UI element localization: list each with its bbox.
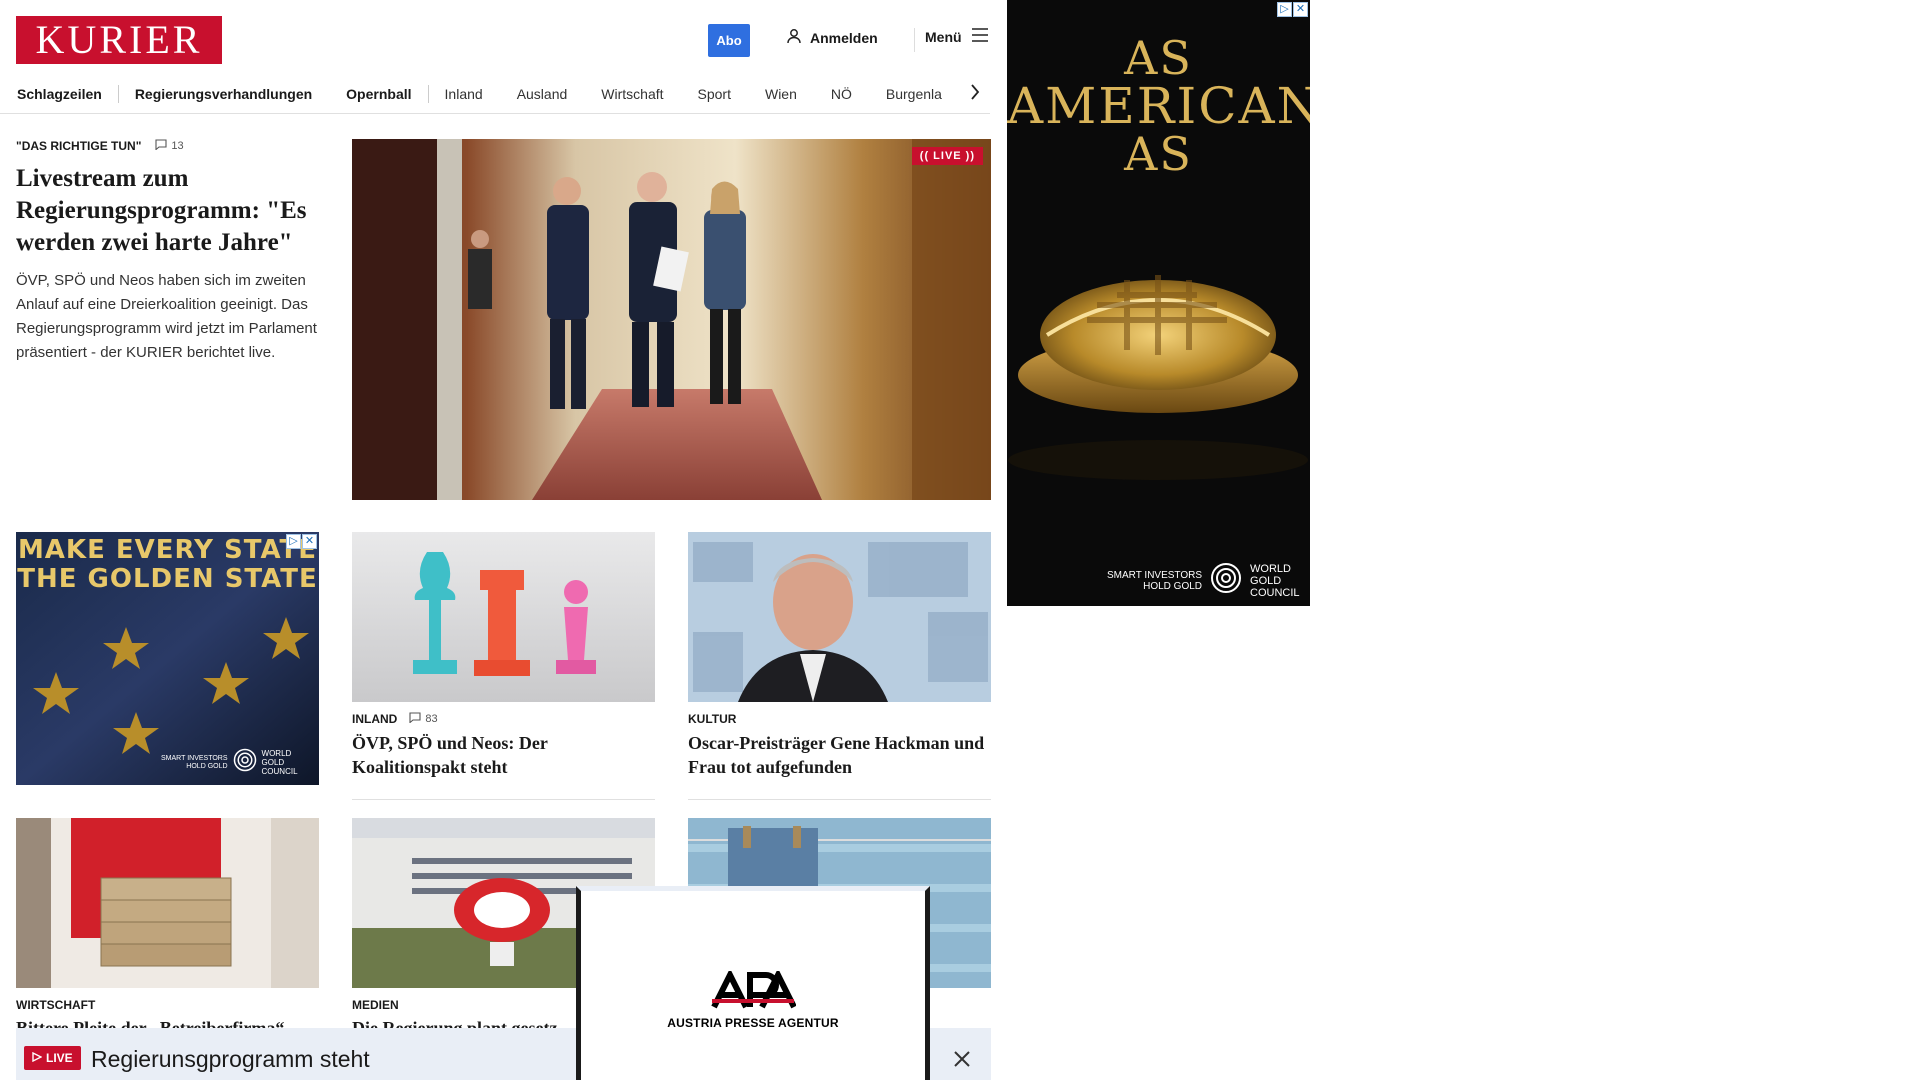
nav-item-inland[interactable]: Inland [445,86,483,102]
lead-kicker: "DAS RICHTIGE TUN" [16,139,142,153]
ad-small-brand-2: GOLD [261,758,285,767]
card-title-inland[interactable]: ÖVP, SPÖ und Neos: Der Koalitionspakt st… [352,731,655,779]
ad-small-footer: SMART INVESTORS HOLD GOLD WORLD GOLD COU… [161,748,298,777]
card-image-kultur[interactable] [688,532,991,702]
play-icon [32,1051,43,1065]
card-kicker-row: INLAND 83 [352,712,438,726]
comment-count[interactable]: 13 [155,139,184,153]
ad-right-headline: AS AMERICAN AS [1007,34,1310,178]
live-ticker-close-button[interactable] [953,1048,971,1074]
card-image-wirtschaft[interactable] [16,818,319,988]
lead-photo-illustration [352,139,991,500]
ad-choices[interactable]: ▷ ✕ [1277,2,1308,17]
comment-icon [155,139,167,153]
nav-item-opernball[interactable]: Opernball [346,86,411,102]
ad-close-icon[interactable]: ✕ [302,534,317,549]
card-kicker-inland: INLAND [352,712,398,726]
kurier-logo[interactable]: KURIER [16,16,222,64]
ad-info-icon[interactable]: ▷ [1277,2,1292,17]
card-kicker-wirtschaft: WIRTSCHAFT [16,998,96,1012]
nav-item-regierungsverhandlungen[interactable]: Regierungsverhandlungen [135,86,312,102]
nav-separator [427,85,429,103]
lead-kicker-row: "DAS RICHTIGE TUN" 13 [16,139,324,153]
ad-tagline-1: SMART INVESTORS [1107,569,1203,581]
comment-count-value: 83 [425,713,438,725]
pizza-boxes-illustration [16,818,319,988]
login-label: Anmelden [810,29,878,46]
lead-image[interactable]: (( LIVE )) [352,139,991,500]
chevron-right-icon [970,83,980,105]
ad-banner-right[interactable]: AS AMERICAN AS SMART INVESTORS HOLD GOLD… [1007,0,1310,606]
nav-item-wien[interactable]: Wien [765,86,797,102]
lead-teaser: ÖVP, SPÖ und Neos haben sich im zweiten … [16,272,317,361]
live-pill-label: LIVE [46,1051,73,1065]
card-divider [688,799,991,800]
ad-choices[interactable]: ▷ ✕ [286,534,317,549]
lead-title[interactable]: Livestream zum Regierungsprogramm: "Es w… [16,163,324,259]
live-badge: (( LIVE )) [911,147,983,165]
card-title-kultur[interactable]: Oscar-Preisträger Gene Hackman und Frau … [688,731,991,779]
abo-button[interactable]: Abo [708,24,750,57]
nav-item-noe[interactable]: NÖ [831,86,852,102]
comment-count-value: 13 [171,140,184,152]
user-icon [786,28,802,47]
nav-item-schlagzeilen[interactable]: Schlagzeilen [17,86,102,102]
comment-icon [409,712,421,726]
ad-small-headline: MAKE EVERY STATE THE GOLDEN STATE [16,536,319,594]
ad-right-footer: SMART INVESTORS HOLD GOLD WORLD GOLD COU… [1107,562,1300,599]
menu-label: Menü [925,28,962,45]
section-nav: Schlagzeilen Regierungsverhandlungen Ope… [0,74,990,114]
nav-item-ausland[interactable]: Ausland [517,86,568,102]
login-button[interactable]: Anmelden [786,28,878,47]
live-pill: LIVE [24,1046,81,1070]
ad-small-tagline-2: HOLD GOLD [186,762,228,770]
ad-brand-2: GOLD [1250,574,1282,587]
live-ticker-text[interactable]: Regierunsgprogramm steht [91,1046,370,1073]
apa-video-overlay[interactable]: AUSTRIA PRESSE AGENTUR [576,886,930,1080]
ad-small-brand-3: COUNCIL [261,767,298,776]
nav-scroll-right[interactable] [940,74,990,113]
nav-item-burgenland[interactable]: Burgenla [886,86,942,102]
ad-brand-3: COUNCIL [1250,586,1300,599]
apa-subtitle: AUSTRIA PRESSE AGENTUR [667,1016,839,1030]
hamburger-icon [971,28,988,45]
lead-story[interactable]: "DAS RICHTIGE TUN" 13 Livestream zum Reg… [16,139,324,365]
nav-item-wirtschaft[interactable]: Wirtschaft [601,86,663,102]
ad-close-icon[interactable]: ✕ [1293,2,1308,17]
world-gold-council-icon [233,748,257,777]
comment-count[interactable]: 83 [409,712,438,726]
ad-small-line-2: THE GOLDEN STATE [17,564,318,594]
golden-globe-portrait-illustration [688,532,991,702]
menu-button[interactable]: Menü [925,28,988,45]
card-kicker-medien: MEDIEN [352,998,399,1012]
world-gold-council-icon [1210,562,1242,599]
ad-right-line-3: AS [1124,127,1193,181]
ad-small-tagline-1: SMART INVESTORS [161,754,228,762]
card-image-inland[interactable] [352,532,655,702]
ad-banner-small[interactable]: MAKE EVERY STATE THE GOLDEN STATE SMART … [16,532,319,785]
chess-pieces-illustration [352,532,655,702]
card-divider [352,799,655,800]
card-kicker-row: WIRTSCHAFT [16,998,95,1012]
card-kicker-row: KULTUR [688,712,736,726]
nav-separator [117,85,119,103]
card-kicker-row: MEDIEN [352,998,399,1012]
ad-tagline-2: HOLD GOLD [1143,580,1203,592]
card-kicker-kultur: KULTUR [688,712,737,726]
card-title-wirtschaft[interactable]: Bittere Pleite der „Betreiberfirma“ [16,1016,319,1028]
ad-small-line-1: MAKE EVERY STATE [17,535,318,565]
ad-right-line-2: AMERICAN [1007,77,1310,135]
nav-item-sport[interactable]: Sport [698,86,731,102]
close-icon [953,1048,971,1073]
logo-text: KURIER [35,17,203,62]
ad-small-brand-1: WORLD [261,749,292,758]
header-divider [914,28,915,52]
apa-logo [710,968,797,1011]
ad-right-line-1: AS [1124,31,1193,85]
ad-info-icon[interactable]: ▷ [286,534,301,549]
ad-brand-1: WORLD [1250,562,1291,575]
